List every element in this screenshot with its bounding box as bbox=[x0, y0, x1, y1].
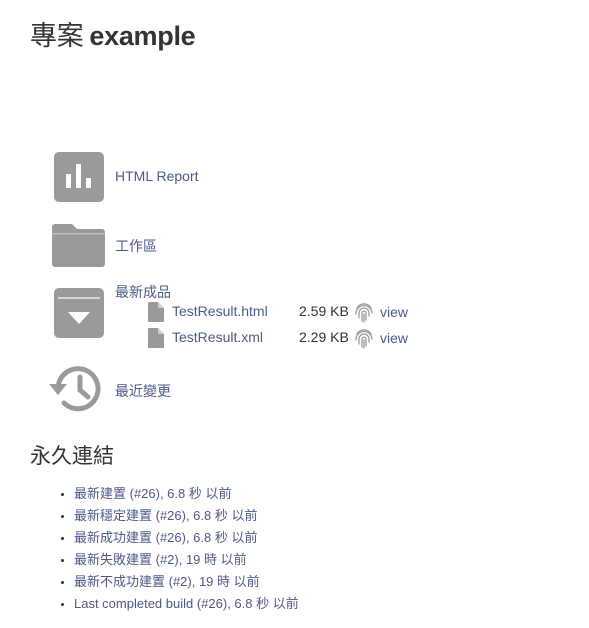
folder-icon bbox=[52, 224, 105, 267]
list-item: 最新失敗建置 (#2), 19 時 以前 bbox=[74, 549, 299, 571]
html-report-label: HTML Report bbox=[115, 168, 199, 184]
workspace-link[interactable]: 工作區 bbox=[52, 220, 212, 270]
permalink-last-failed-build[interactable]: 最新失敗建置 (#2), 19 時 以前 bbox=[74, 552, 247, 567]
fingerprint-icon[interactable] bbox=[354, 302, 374, 324]
recent-changes-link[interactable]: 最近變更 bbox=[48, 362, 218, 418]
permalink-last-build[interactable]: 最新建置 (#26), 6.8 秒 以前 bbox=[74, 486, 231, 501]
permalinks-heading: 永久連結 bbox=[30, 445, 114, 468]
artifact-row: TestResult.xml 2.29 KB view bbox=[148, 328, 448, 350]
list-item: 最新成功建置 (#26), 6.8 秒 以前 bbox=[74, 527, 299, 549]
history-icon bbox=[49, 366, 101, 412]
fingerprint-icon[interactable] bbox=[354, 328, 374, 350]
list-item: Last completed build (#26), 6.8 秒 以前 bbox=[74, 593, 299, 615]
permalink-last-completed-build[interactable]: Last completed build (#26), 6.8 秒 以前 bbox=[74, 596, 299, 611]
permalink-last-successful-build[interactable]: 最新成功建置 (#26), 6.8 秒 以前 bbox=[74, 530, 257, 545]
file-icon bbox=[148, 328, 164, 348]
artifact-link[interactable]: TestResult.html bbox=[172, 303, 268, 319]
artifact-size: 2.29 KB bbox=[299, 329, 349, 345]
permalink-last-stable-build[interactable]: 最新穩定建置 (#26), 6.8 秒 以前 bbox=[74, 508, 257, 523]
page-title: 專案 example bbox=[30, 14, 196, 53]
recent-changes-label: 最近變更 bbox=[115, 383, 171, 399]
artifact-row: TestResult.html 2.59 KB view bbox=[148, 302, 448, 324]
artifact-link[interactable]: TestResult.xml bbox=[172, 329, 263, 345]
project-name: example bbox=[89, 21, 196, 51]
bar-chart-icon bbox=[54, 152, 104, 202]
workspace-label: 工作區 bbox=[115, 238, 157, 254]
archive-download-icon bbox=[54, 288, 104, 338]
artifact-view-link[interactable]: view bbox=[380, 304, 408, 320]
file-icon bbox=[148, 302, 164, 322]
artifact-size: 2.59 KB bbox=[299, 303, 349, 319]
list-item: 最新不成功建置 (#2), 19 時 以前 bbox=[74, 571, 299, 593]
page-title-prefix: 專案 bbox=[30, 21, 84, 51]
last-artifacts-label: 最新成品 bbox=[115, 284, 171, 300]
permalinks-list: 最新建置 (#26), 6.8 秒 以前 最新穩定建置 (#26), 6.8 秒… bbox=[58, 483, 299, 615]
list-item: 最新建置 (#26), 6.8 秒 以前 bbox=[74, 483, 299, 505]
artifact-view-link[interactable]: view bbox=[380, 330, 408, 346]
permalink-last-unsuccessful-build[interactable]: 最新不成功建置 (#2), 19 時 以前 bbox=[74, 574, 260, 589]
html-report-link[interactable]: HTML Report bbox=[52, 152, 212, 202]
list-item: 最新穩定建置 (#26), 6.8 秒 以前 bbox=[74, 505, 299, 527]
